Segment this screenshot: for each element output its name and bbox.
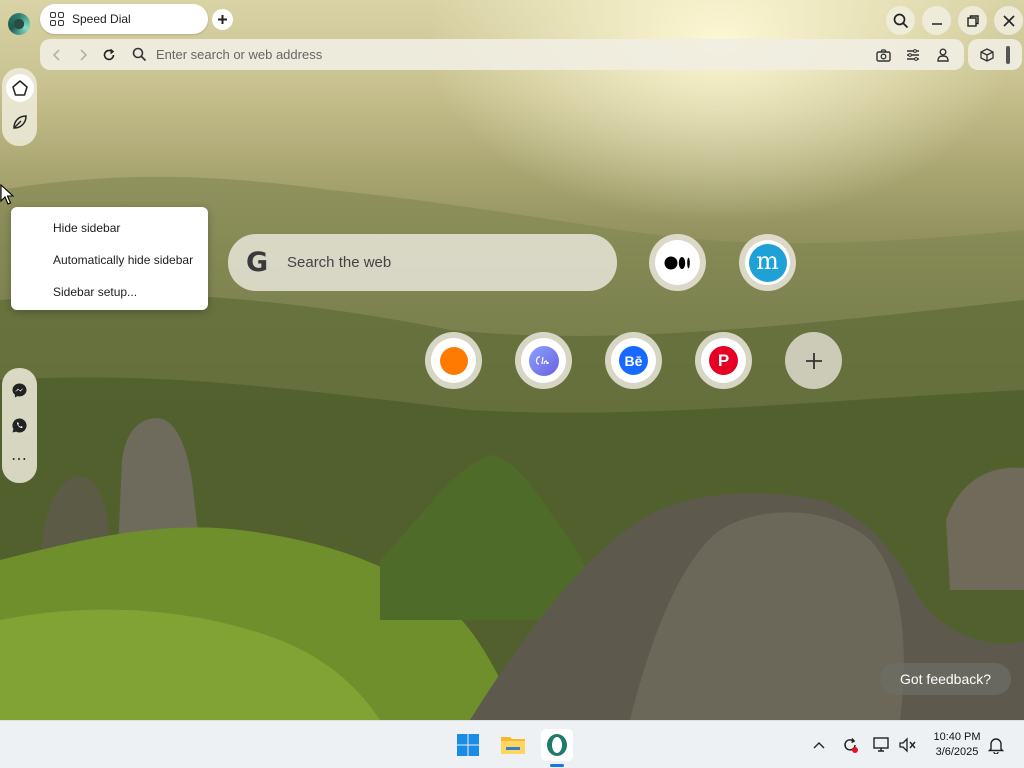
- restore-button[interactable]: [958, 6, 987, 35]
- plus-icon: [218, 15, 227, 24]
- sidebar-top: [2, 68, 37, 146]
- file-explorer-button[interactable]: [497, 729, 529, 761]
- search-tabs-icon: [893, 13, 908, 28]
- speed-dial-calendly[interactable]: [515, 332, 572, 389]
- got-feedback-button[interactable]: Got feedback?: [880, 663, 1011, 695]
- speed-dial-pinterest[interactable]: P: [695, 332, 752, 389]
- sidebar-item-home[interactable]: [5, 74, 34, 102]
- volume-tray-button[interactable]: [898, 735, 918, 755]
- file-explorer-icon: [501, 737, 525, 754]
- windows-start-icon: [457, 734, 479, 756]
- minimize-button[interactable]: [922, 6, 951, 35]
- behance-icon: Bē: [619, 346, 648, 375]
- google-logo-icon: G: [246, 247, 269, 278]
- opera-icon: [547, 734, 567, 756]
- menu-item-auto-hide-sidebar[interactable]: Automatically hide sidebar: [11, 247, 208, 279]
- calendly-tile-inner: [521, 338, 566, 383]
- start-button[interactable]: [452, 729, 484, 761]
- opera-taskbar-button[interactable]: [541, 729, 573, 761]
- forward-button[interactable]: [70, 42, 96, 68]
- orange-tile-inner: [431, 338, 476, 383]
- volume-muted-icon: [899, 737, 916, 753]
- scrollbar-handle[interactable]: [1006, 45, 1010, 64]
- speed-dial-orange-site[interactable]: [425, 332, 482, 389]
- calendly-icon: [528, 345, 559, 376]
- tab-title: Speed Dial: [72, 12, 131, 26]
- landscape-illustration: [0, 176, 1024, 720]
- mindmeister-tile-inner: m: [745, 240, 790, 285]
- minimize-icon: [931, 22, 942, 25]
- plus-icon: [805, 352, 822, 369]
- wallpaper: [0, 0, 1024, 720]
- sidebar-bottom: ⋯: [2, 368, 37, 483]
- m-letter-icon: m: [748, 243, 787, 282]
- more-icon: ⋯: [11, 451, 28, 468]
- speed-dial-add-button[interactable]: [785, 332, 842, 389]
- close-button[interactable]: [994, 6, 1023, 35]
- network-icon: [873, 737, 889, 752]
- profile-icon: [937, 48, 949, 62]
- easy-setup-icon: [907, 49, 919, 61]
- mouse-cursor-icon: [0, 184, 14, 205]
- show-hidden-icons-button[interactable]: [809, 735, 829, 755]
- messenger-icon: [12, 383, 27, 397]
- web-search-placeholder: Search the web: [287, 254, 392, 271]
- opera-logo-icon[interactable]: [8, 13, 30, 35]
- clock-date: 3/6/2025: [935, 746, 979, 758]
- address-bar: [40, 39, 964, 70]
- reload-icon: [103, 48, 115, 60]
- web-search-box[interactable]: G Search the web: [228, 234, 617, 291]
- notification-button[interactable]: [986, 735, 1006, 755]
- clock-time: 10:40 PM: [933, 731, 981, 743]
- behance-tile-inner: Bē: [611, 338, 656, 383]
- calendly-script-icon: [535, 355, 549, 365]
- reload-button[interactable]: [96, 42, 122, 68]
- camera-icon: [875, 48, 891, 62]
- close-icon: [1002, 14, 1015, 27]
- speed-dial-mindmeister[interactable]: m: [739, 234, 796, 291]
- whatsapp-icon: [12, 417, 27, 432]
- menu-item-hide-sidebar[interactable]: Hide sidebar: [11, 215, 208, 247]
- home-icon: [11, 80, 28, 96]
- snapshot-button[interactable]: [870, 42, 896, 68]
- forward-icon: [80, 48, 88, 61]
- extensions-area: [968, 39, 1022, 70]
- taskbar-clock[interactable]: 10:40 PM 3/6/2025: [926, 730, 988, 760]
- medium-icon: [664, 256, 690, 269]
- back-icon: [52, 48, 60, 61]
- aria-icon: [12, 115, 27, 129]
- sidebar-context-menu: Hide sidebar Automatically hide sidebar …: [11, 207, 208, 310]
- address-search-icon-wrap: [126, 42, 152, 68]
- easy-setup-button[interactable]: [900, 42, 926, 68]
- speed-dial-behance[interactable]: Bē: [605, 332, 662, 389]
- tab-speed-dial[interactable]: Speed Dial: [40, 4, 208, 34]
- back-button[interactable]: [44, 42, 70, 68]
- speed-dial-medium[interactable]: [649, 234, 706, 291]
- sidebar-item-messenger[interactable]: [6, 376, 34, 404]
- sidebar-item-whatsapp[interactable]: [6, 411, 34, 439]
- search-icon: [132, 47, 146, 62]
- orange-circle-icon: [439, 346, 468, 375]
- pinterest-icon: P: [709, 346, 738, 375]
- new-tab-button[interactable]: [212, 9, 233, 30]
- address-input[interactable]: [156, 42, 836, 67]
- cube-icon[interactable]: [980, 47, 994, 62]
- chevron-up-icon: [813, 742, 825, 749]
- speed-dial-grid-icon: [50, 12, 64, 26]
- pinterest-tile-inner: P: [701, 338, 746, 383]
- restore-icon: [966, 14, 979, 27]
- sidebar-item-aria[interactable]: [6, 108, 34, 136]
- windows-taskbar: 10:40 PM 3/6/2025: [0, 720, 1024, 768]
- update-icon: [844, 738, 858, 753]
- search-tabs-button[interactable]: [886, 6, 915, 35]
- menu-item-sidebar-setup[interactable]: Sidebar setup...: [11, 279, 208, 311]
- update-tray-button[interactable]: [840, 735, 860, 755]
- active-app-indicator: [550, 764, 564, 767]
- notification-bell-icon: [988, 737, 1004, 754]
- network-tray-button[interactable]: [872, 735, 892, 755]
- sidebar-more-button[interactable]: ⋯: [6, 446, 34, 474]
- medium-tile-inner: [655, 240, 700, 285]
- profile-button[interactable]: [930, 42, 956, 68]
